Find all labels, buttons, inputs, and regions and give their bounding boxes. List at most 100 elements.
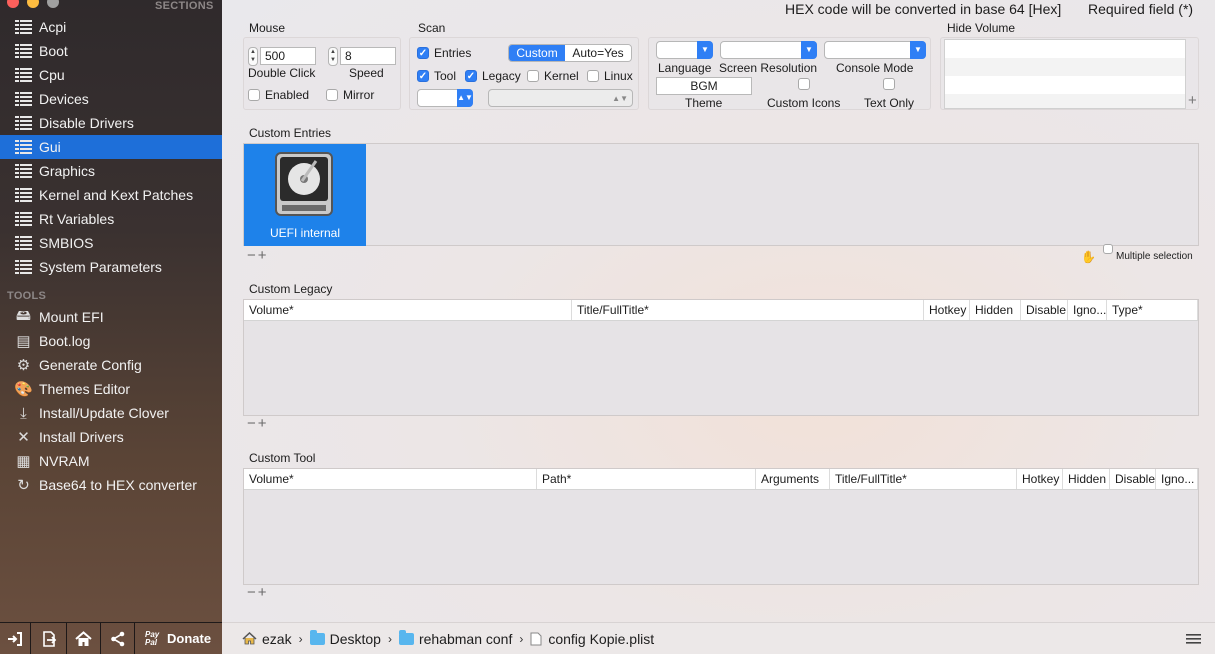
column-header[interactable]: Hotkey [924,300,970,320]
sidebar-item-boot-log[interactable]: ▤ Boot.log [0,329,222,353]
console-mode-label: Console Mode [836,61,914,75]
list-icon [14,114,33,132]
sidebar-item-label: Boot [39,43,68,59]
crumb-desktop[interactable]: Desktop [309,629,381,647]
share-icon[interactable] [101,622,135,654]
custom-entry-item[interactable]: UEFI internal [244,144,366,246]
column-header[interactable]: Path* [537,469,756,489]
column-header[interactable]: Arguments [756,469,830,489]
entries-checkbox[interactable]: ✓ [417,47,429,59]
sidebar-item-cpu[interactable]: Cpu [0,63,222,87]
list-icon [14,162,33,180]
log-icon: ▤ [16,333,31,350]
sidebar-item-boot[interactable]: Boot [0,39,222,63]
menu-icon[interactable] [1186,632,1201,648]
legacy-checkbox[interactable]: ✓ [465,70,477,82]
double-click-field[interactable]: 500 [260,47,316,65]
crumb-config-file[interactable]: config Kopie.plist [530,631,654,647]
hide-volume-list[interactable] [944,39,1186,109]
custom-legacy-table[interactable]: Volume* Title/FullTitle* Hotkey Hidden Disab… [243,299,1199,416]
column-header[interactable]: Hotkey [1017,469,1063,489]
sidebar-item-mount-efi[interactable]: 🖴 Mount EFI [0,305,222,329]
sidebar-item-base64-to-hex-converter[interactable]: ↻ Base64 to HEX converter [0,473,222,497]
text-only-checkbox[interactable] [883,78,895,90]
export-icon[interactable] [31,622,67,654]
hide-volume-title: Hide Volume [947,21,1016,35]
sidebar-item-smbios[interactable]: SMBIOS [0,231,222,255]
custom-legacy-add-remove[interactable]: −+ [247,415,269,432]
custom-tool-add-remove[interactable]: −+ [247,584,269,601]
sidebar-item-graphics[interactable]: Graphics [0,159,222,183]
sidebar-item-install-drivers[interactable]: ✕ Install Drivers [0,425,222,449]
column-header[interactable]: Title/FullTitle* [572,300,924,320]
sidebar-item-rt-variables[interactable]: Rt Variables [0,207,222,231]
crumb-home[interactable]: ezak [242,631,292,647]
mouse-panel: ▲ ▼ 500 Double Click ▲ ▼ 8 Speed Enabled M… [243,37,401,110]
column-header[interactable]: Volume* [244,469,537,489]
custom-icons-checkbox[interactable] [798,78,810,90]
disk-icon: 🖴 [15,306,32,324]
double-click-label: Double Click [248,66,316,80]
sidebar-item-generate-config[interactable]: ⚙ Generate Config [0,353,222,377]
chevron-right-icon: › [519,631,524,646]
custom-tool-title: Custom Tool [249,451,316,465]
sidebar-item-nvram[interactable]: ▦ NVRAM [0,449,222,473]
theme-field[interactable]: BGM [656,77,752,95]
sidebar-item-install-update-clover[interactable]: ⤓ Install/Update Clover [0,401,222,425]
entries-label: Entries [434,46,472,60]
column-header[interactable]: Disable [1021,300,1068,320]
sidebar-item-devices[interactable]: Devices [0,87,222,111]
custom-entries-add-remove[interactable]: −+ [247,247,269,264]
sidebar-item-acpi[interactable]: Acpi [0,15,222,39]
list-icon [14,42,33,60]
add-hide-volume-button[interactable]: + [1188,92,1197,109]
sidebar-item-label: Kernel and Kext Patches [39,187,194,203]
mirror-checkbox[interactable] [326,89,338,101]
required-note: Required field (*) [1088,1,1194,17]
tool-checkbox[interactable]: ✓ [417,70,429,82]
sidebar-item-disable-drivers[interactable]: Disable Drivers [0,111,222,135]
legacy-label: Legacy [482,69,521,83]
custom-segment[interactable]: Custom [509,45,566,61]
enabled-checkbox[interactable] [248,89,260,101]
column-header[interactable]: Hidden [970,300,1021,320]
entries-mode-segmented[interactable]: Custom Auto=Yes [508,44,632,62]
custom-icons-label: Custom Icons [767,96,841,110]
sidebar-item-themes-editor[interactable]: 🎨 Themes Editor [0,377,222,401]
crumb-rehabman-conf[interactable]: rehabman conf [398,629,512,647]
screen-resolution-popup[interactable]: ▼ [720,41,817,59]
login-icon[interactable] [0,622,31,654]
donate-button[interactable]: Pay Pal Donate [135,623,222,654]
column-header[interactable]: Igno... [1156,469,1198,489]
double-click-stepper[interactable]: ▲ ▼ [248,47,258,66]
chevron-right-icon: › [387,631,392,646]
console-mode-popup[interactable]: ▼ [824,41,926,59]
column-header[interactable]: Hidden [1063,469,1110,489]
kernel-label: Kernel [544,69,579,83]
sidebar-item-kernel-and-kext-patches[interactable]: Kernel and Kext Patches [0,183,222,207]
zoom-window-button[interactable] [47,0,59,8]
sidebar-item-gui[interactable]: Gui [0,135,222,159]
speed-stepper[interactable]: ▲ ▼ [328,47,338,66]
language-popup[interactable]: ▼ [656,41,713,59]
column-header[interactable]: Volume* [244,300,572,320]
home-icon[interactable] [67,622,101,654]
linux-checkbox[interactable] [587,70,599,82]
minimize-window-button[interactable] [27,0,39,8]
column-header[interactable]: Type* [1107,300,1198,320]
legacy-type-popup[interactable]: ▲▼ [417,89,473,107]
kernel-type-popup[interactable]: ▲▼ [488,89,633,107]
sidebar-item-system-parameters[interactable]: System Parameters [0,255,222,279]
hex-note: HEX code will be converted in base 64 [H… [785,1,1062,17]
multiple-selection-checkbox[interactable] [1103,244,1113,254]
scan-panel: ✓ Entries Custom Auto=Yes ✓ Tool ✓ Legac… [409,37,639,110]
column-header[interactable]: Disable [1110,469,1156,489]
speed-field[interactable]: 8 [340,47,396,65]
close-window-button[interactable] [7,0,19,8]
column-header[interactable]: Igno... [1068,300,1107,320]
kernel-checkbox[interactable] [527,70,539,82]
list-icon [14,234,33,252]
column-header[interactable]: Title/FullTitle* [830,469,1017,489]
auto-yes-segment[interactable]: Auto=Yes [565,45,631,61]
custom-tool-table[interactable]: Volume* Path* Arguments Title/FullTitle* Hot… [243,468,1199,585]
